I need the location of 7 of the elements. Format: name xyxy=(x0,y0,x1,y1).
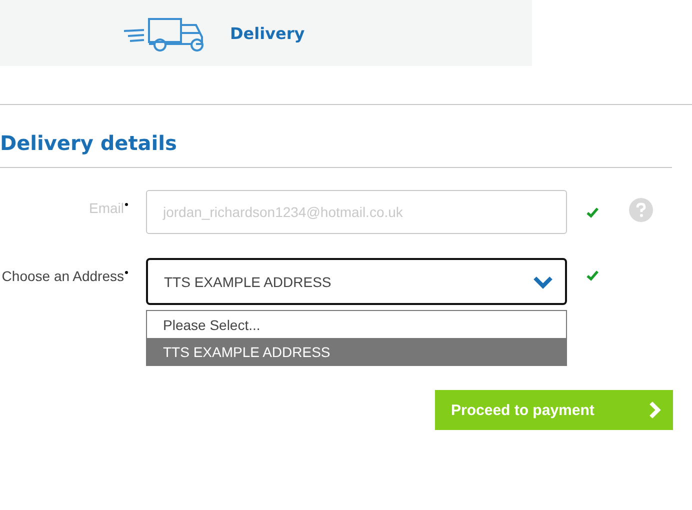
chevron-down-icon xyxy=(533,274,553,288)
dropdown-option[interactable]: TTS EXAMPLE ADDRESS xyxy=(147,338,566,365)
step-label: Delivery xyxy=(230,24,305,42)
field-label: Choose an Address xyxy=(2,268,124,284)
section-title: Delivery details xyxy=(0,131,178,155)
address-dropdown[interactable]: TTS EXAMPLE ADDRESS xyxy=(146,258,567,305)
chevron-right-icon xyxy=(649,401,661,419)
